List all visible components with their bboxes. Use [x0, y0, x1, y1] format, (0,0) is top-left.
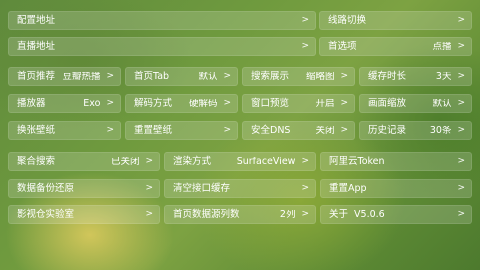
change-wallpaper-label: 换张壁纸	[17, 124, 56, 136]
chevron-right-icon: >	[457, 71, 465, 81]
player-value: Exo	[83, 98, 101, 109]
preferences-value: 点播	[432, 41, 452, 52]
chevron-right-icon: >	[457, 209, 465, 219]
search-display-label: 搜索展示	[251, 70, 290, 82]
home-recommend-item[interactable]: 首页推荐 豆瓣热播 >	[8, 67, 121, 86]
player-item[interactable]: 播放器 Exo >	[8, 94, 121, 113]
safe-dns-label: 安全DNS	[251, 124, 291, 136]
safe-dns-item[interactable]: 安全DNS 关闭 >	[242, 121, 355, 140]
reset-app-item[interactable]: 重置App >	[320, 179, 472, 198]
chevron-right-icon: >	[301, 15, 309, 25]
chevron-right-icon: >	[145, 156, 153, 166]
chevron-right-icon: >	[106, 98, 114, 108]
lab-item[interactable]: 影视仓实验室 >	[8, 205, 160, 224]
home-tab-label: 首页Tab	[134, 70, 170, 82]
chevron-right-icon: >	[301, 183, 309, 193]
change-wallpaper-item[interactable]: 换张壁纸 >	[8, 121, 121, 140]
render-mode-value: SurfaceView	[236, 156, 296, 167]
search-display-item[interactable]: 搜索展示 缩略图 >	[242, 67, 355, 86]
clear-cache-item[interactable]: 清空接口缓存 >	[164, 179, 316, 198]
cache-duration-label: 缓存时长	[368, 70, 407, 82]
chevron-right-icon: >	[340, 125, 348, 135]
picture-scale-item[interactable]: 画面缩放 默认 >	[359, 94, 472, 113]
chevron-right-icon: >	[223, 98, 231, 108]
live-url-label: 直播地址	[17, 40, 56, 52]
cache-duration-value: 3天	[435, 71, 452, 82]
chevron-right-icon: >	[145, 209, 153, 219]
home-recommend-label: 首页推荐	[17, 70, 56, 82]
search-display-value: 缩略图	[305, 71, 335, 82]
cache-duration-item[interactable]: 缓存时长 3天 >	[359, 67, 472, 86]
settings-screen: 配置地址 > 线路切换 > 直播地址 > 首选项 点播 > 首页推荐 豆瓣热播 …	[0, 0, 480, 270]
route-switch-label: 线路切换	[328, 14, 367, 26]
preferences-label: 首选项	[328, 40, 357, 52]
decode-mode-item[interactable]: 解码方式 硬解码 >	[125, 94, 238, 113]
chevron-right-icon: >	[145, 183, 153, 193]
backup-restore-item[interactable]: 数据备份还原 >	[8, 179, 160, 198]
chevron-right-icon: >	[301, 41, 309, 51]
reset-wallpaper-item[interactable]: 重置壁纸 >	[125, 121, 238, 140]
backup-restore-label: 数据备份还原	[17, 182, 75, 194]
home-columns-label: 首页数据源列数	[173, 208, 240, 220]
route-switch-item[interactable]: 线路切换 >	[319, 11, 472, 30]
picture-scale-label: 画面缩放	[368, 97, 407, 109]
decode-mode-label: 解码方式	[134, 97, 173, 109]
chevron-right-icon: >	[457, 41, 465, 51]
home-recommend-value: 豆瓣热播	[62, 71, 101, 82]
aliyun-token-label: 阿里云Token	[329, 155, 385, 167]
aggregate-search-value: 已关闭	[110, 156, 140, 167]
home-columns-item[interactable]: 首页数据源列数 2列 >	[164, 205, 316, 224]
home-columns-value: 2列	[279, 209, 296, 220]
about-label: 关于 V5.0.6	[329, 208, 385, 220]
render-mode-label: 渲染方式	[173, 155, 212, 167]
window-preview-item[interactable]: 窗口预览 开启 >	[242, 94, 355, 113]
chevron-right-icon: >	[301, 209, 309, 219]
history-label: 历史记录	[368, 124, 407, 136]
chevron-right-icon: >	[457, 125, 465, 135]
chevron-right-icon: >	[457, 15, 465, 25]
home-tab-value: 默认	[198, 71, 218, 82]
config-url-item[interactable]: 配置地址 >	[8, 11, 316, 30]
lab-label: 影视仓实验室	[17, 208, 75, 220]
picture-scale-value: 默认	[432, 98, 452, 109]
chevron-right-icon: >	[301, 156, 309, 166]
window-preview-value: 开启	[315, 98, 335, 109]
aggregate-search-label: 聚合搜索	[17, 155, 56, 167]
history-item[interactable]: 历史记录 30条 >	[359, 121, 472, 140]
player-label: 播放器	[17, 97, 46, 109]
aggregate-search-item[interactable]: 聚合搜索 已关闭 >	[8, 152, 160, 171]
chevron-right-icon: >	[106, 125, 114, 135]
chevron-right-icon: >	[340, 98, 348, 108]
chevron-right-icon: >	[457, 156, 465, 166]
about-item[interactable]: 关于 V5.0.6 >	[320, 205, 472, 224]
config-url-label: 配置地址	[17, 14, 56, 26]
reset-app-label: 重置App	[329, 182, 367, 194]
clear-cache-label: 清空接口缓存	[173, 182, 231, 194]
safe-dns-value: 关闭	[315, 125, 335, 136]
chevron-right-icon: >	[340, 71, 348, 81]
aliyun-token-item[interactable]: 阿里云Token >	[320, 152, 472, 171]
chevron-right-icon: >	[457, 98, 465, 108]
chevron-right-icon: >	[223, 125, 231, 135]
home-tab-item[interactable]: 首页Tab 默认 >	[125, 67, 238, 86]
preferences-item[interactable]: 首选项 点播 >	[319, 37, 472, 56]
chevron-right-icon: >	[223, 71, 231, 81]
render-mode-item[interactable]: 渲染方式 SurfaceView >	[164, 152, 316, 171]
decode-mode-value: 硬解码	[188, 98, 218, 109]
chevron-right-icon: >	[106, 71, 114, 81]
history-value: 30条	[429, 125, 452, 136]
window-preview-label: 窗口预览	[251, 97, 290, 109]
reset-wallpaper-label: 重置壁纸	[134, 124, 173, 136]
chevron-right-icon: >	[457, 183, 465, 193]
live-url-item[interactable]: 直播地址 >	[8, 37, 316, 56]
